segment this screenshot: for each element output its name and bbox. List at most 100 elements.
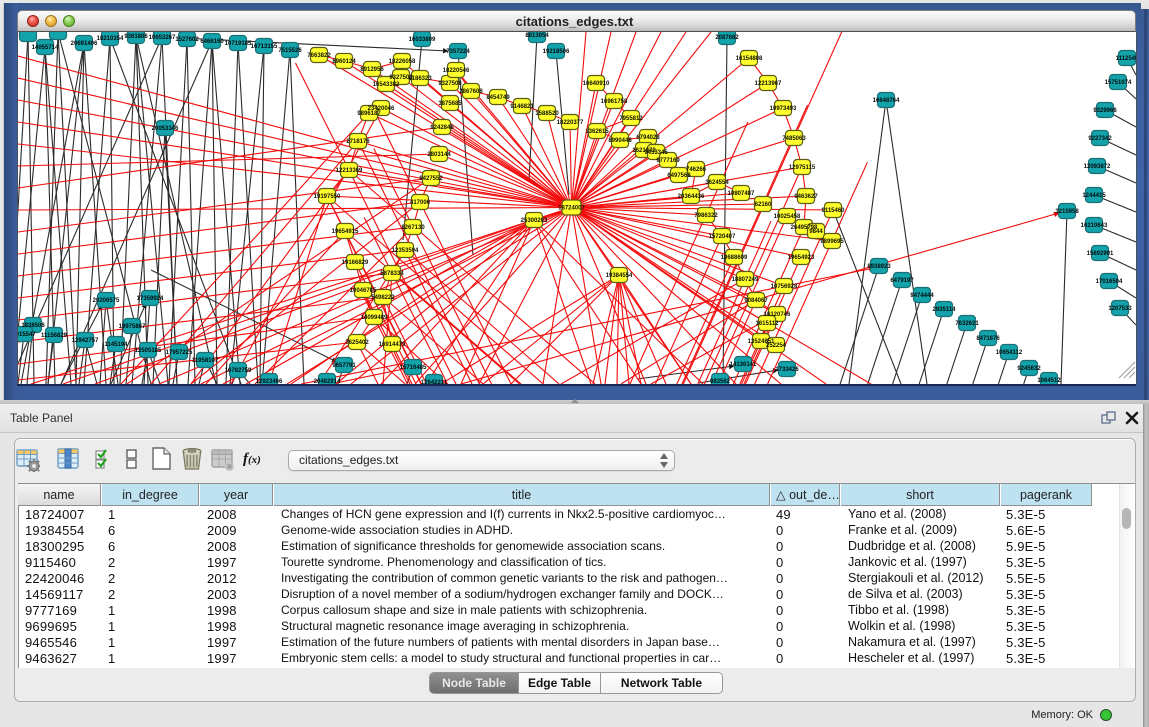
svg-text:16154808: 16154808 bbox=[736, 56, 763, 62]
svg-text:15692991: 15692991 bbox=[1087, 251, 1114, 257]
svg-text:11958107: 11958107 bbox=[192, 358, 219, 364]
svg-text:2087682: 2087682 bbox=[715, 35, 739, 41]
svg-text:9242848: 9242848 bbox=[430, 125, 454, 131]
svg-text:17359924: 17359924 bbox=[137, 296, 164, 302]
svg-text:9084067: 9084067 bbox=[744, 298, 768, 304]
svg-text:10046785: 10046785 bbox=[350, 288, 377, 294]
svg-text:20691406: 20691406 bbox=[71, 41, 98, 47]
svg-text:16914479: 16914479 bbox=[379, 342, 406, 348]
svg-text:10025458: 10025458 bbox=[774, 214, 801, 220]
svg-text:62160: 62160 bbox=[755, 202, 772, 208]
svg-text:9915547: 9915547 bbox=[18, 332, 36, 338]
svg-text:1112545: 1112545 bbox=[1116, 56, 1136, 62]
svg-text:9329966: 9329966 bbox=[1093, 108, 1117, 114]
svg-text:18210354: 18210354 bbox=[97, 36, 124, 42]
svg-text:9245632: 9245632 bbox=[1017, 366, 1041, 372]
svg-text:7632621: 7632621 bbox=[955, 321, 979, 327]
svg-text:10653267: 10653267 bbox=[149, 35, 176, 41]
svg-text:9844: 9844 bbox=[809, 229, 823, 235]
svg-text:7515526: 7515526 bbox=[278, 48, 302, 54]
svg-text:7485063: 7485063 bbox=[782, 136, 806, 142]
svg-text:16961758: 16961758 bbox=[601, 99, 628, 105]
svg-text:11156829: 11156829 bbox=[41, 333, 68, 339]
svg-text:8186323: 8186323 bbox=[408, 76, 432, 82]
svg-text:19654915: 19654915 bbox=[332, 229, 359, 235]
svg-text:5498222: 5498222 bbox=[371, 295, 395, 301]
svg-text:2718176: 2718176 bbox=[346, 139, 370, 145]
svg-text:17016504: 17016504 bbox=[1096, 279, 1123, 285]
svg-text:1362615: 1362615 bbox=[585, 129, 609, 135]
svg-text:7955812: 7955812 bbox=[619, 116, 643, 122]
svg-text:9474444: 9474444 bbox=[910, 293, 934, 299]
svg-text:1527602: 1527602 bbox=[175, 37, 199, 43]
svg-text:6497568: 6497568 bbox=[667, 173, 691, 179]
svg-text:6479197: 6479197 bbox=[890, 278, 914, 284]
svg-text:14136141: 14136141 bbox=[730, 362, 757, 368]
svg-text:12213369: 12213369 bbox=[336, 168, 363, 174]
svg-text:2867608: 2867608 bbox=[459, 89, 483, 95]
svg-text:20364436: 20364436 bbox=[678, 194, 705, 200]
svg-text:9146821: 9146821 bbox=[510, 104, 534, 110]
svg-text:9361806: 9361806 bbox=[124, 34, 148, 40]
svg-text:15751074: 15751074 bbox=[1105, 80, 1132, 86]
svg-text:8471676: 8471676 bbox=[976, 336, 1000, 342]
svg-text:16713155: 16713155 bbox=[251, 44, 278, 50]
svg-text:7663822: 7663822 bbox=[307, 53, 331, 59]
svg-text:9657791: 9657791 bbox=[332, 363, 356, 369]
svg-text:417006: 417006 bbox=[410, 200, 431, 206]
svg-text:3875685: 3875685 bbox=[438, 101, 462, 107]
svg-text:1615112: 1615112 bbox=[755, 321, 779, 327]
svg-text:10973493: 10973493 bbox=[770, 106, 797, 112]
svg-text:15716485: 15716485 bbox=[400, 365, 427, 371]
svg-text:16640910: 16640910 bbox=[583, 81, 610, 87]
svg-text:15720407: 15720407 bbox=[709, 234, 736, 240]
svg-text:8960124: 8960124 bbox=[332, 59, 356, 65]
svg-text:10688609: 10688609 bbox=[721, 255, 748, 261]
svg-text:1244415: 1244415 bbox=[1082, 193, 1106, 199]
svg-text:9227342: 9227342 bbox=[1088, 136, 1112, 142]
svg-text:3215958: 3215958 bbox=[1055, 209, 1079, 215]
svg-text:12975115: 12975115 bbox=[789, 165, 816, 171]
svg-text:8427552: 8427552 bbox=[419, 176, 443, 182]
svg-text:19654923: 19654923 bbox=[788, 255, 815, 261]
svg-text:19166829: 19166829 bbox=[342, 260, 369, 266]
svg-text:10719185: 10719185 bbox=[225, 41, 252, 47]
svg-text:19975867: 19975867 bbox=[119, 324, 146, 330]
svg-text:9896187: 9896187 bbox=[357, 111, 381, 117]
svg-text:18807249: 18807249 bbox=[732, 277, 759, 283]
svg-text:5878334: 5878334 bbox=[380, 271, 404, 277]
svg-text:19384554: 19384554 bbox=[606, 273, 633, 279]
svg-text:18724007: 18724007 bbox=[558, 206, 585, 212]
svg-text:12353594: 12353594 bbox=[392, 248, 419, 254]
svg-text:6794028: 6794028 bbox=[636, 135, 660, 141]
svg-text:7986322: 7986322 bbox=[694, 213, 718, 219]
svg-text:12942757: 12942757 bbox=[72, 338, 99, 344]
svg-text:8912956: 8912956 bbox=[360, 67, 384, 73]
svg-text:16033809: 16033809 bbox=[409, 37, 436, 43]
svg-text:6466160: 6466160 bbox=[200, 39, 224, 45]
svg-text:1588520: 1588520 bbox=[535, 111, 559, 117]
svg-text:1207533: 1207533 bbox=[1108, 306, 1132, 312]
svg-text:25300203: 25300203 bbox=[521, 218, 548, 224]
svg-text:12213967: 12213967 bbox=[755, 81, 782, 87]
svg-text:1733426: 1733426 bbox=[775, 367, 799, 373]
svg-text:9327508: 9327508 bbox=[438, 81, 462, 87]
svg-text:20206575: 20206575 bbox=[93, 298, 120, 304]
svg-text:19197550: 19197550 bbox=[314, 194, 341, 200]
svg-text:16782759: 16782759 bbox=[225, 368, 252, 374]
svg-text:8990448: 8990448 bbox=[608, 138, 632, 144]
svg-text:18220546: 18220546 bbox=[443, 68, 470, 74]
svg-text:252254: 252254 bbox=[766, 343, 787, 349]
svg-text:2803144: 2803144 bbox=[427, 152, 451, 158]
svg-text:8267130: 8267130 bbox=[401, 225, 425, 231]
svg-text:8938923: 8938923 bbox=[867, 264, 891, 270]
svg-text:7357224: 7357224 bbox=[446, 49, 470, 55]
svg-text:9899695: 9899695 bbox=[820, 239, 844, 245]
svg-text:746266: 746266 bbox=[686, 167, 707, 173]
svg-text:12505185: 12505185 bbox=[135, 348, 162, 354]
svg-text:16210643: 16210643 bbox=[1081, 223, 1108, 229]
svg-text:14055714: 14055714 bbox=[32, 45, 59, 51]
svg-text:10756928: 10756928 bbox=[771, 284, 798, 290]
svg-text:8454749: 8454749 bbox=[486, 95, 510, 101]
svg-text:9463627: 9463627 bbox=[794, 194, 818, 200]
